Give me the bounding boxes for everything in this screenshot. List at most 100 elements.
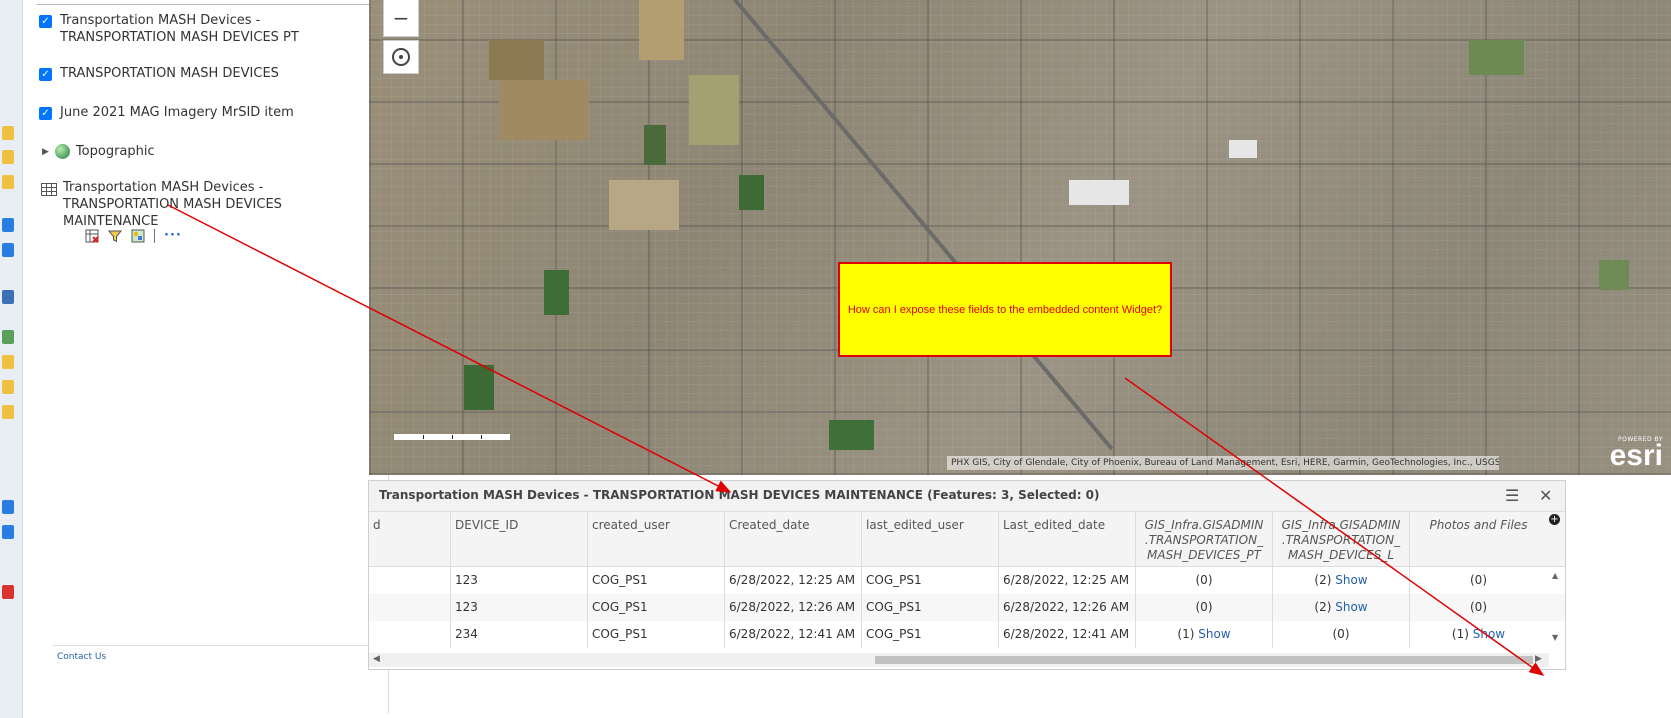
cell-related-l: (2) Show <box>1273 567 1410 594</box>
scroll-left-icon[interactable]: ◀ <box>373 654 380 664</box>
cell-last-edited-date: 6/28/2022, 12:25 AM <box>999 567 1136 594</box>
locate-icon <box>392 48 410 66</box>
layer-item-mash-maintenance-table[interactable]: Transportation MASH Devices - TRANSPORTA… <box>39 179 282 230</box>
add-column-icon[interactable]: + <box>1549 514 1560 525</box>
column-header[interactable]: created_user <box>588 512 725 566</box>
cell-device-id: 234 <box>451 621 588 648</box>
cell-photos: (0) <box>1470 600 1487 614</box>
app-icon <box>2 525 14 539</box>
map-terrain <box>1469 40 1524 75</box>
app-icon <box>2 290 14 304</box>
column-header[interactable]: Last_edited_date <box>999 512 1136 566</box>
layer-visibility-checkbox[interactable]: ✓ <box>39 107 52 120</box>
folder-icon <box>2 355 14 369</box>
column-header[interactable]: Created_date <box>725 512 862 566</box>
cell-created-user: COG_PS1 <box>588 567 725 594</box>
annotation-callout: How can I expose these fields to the emb… <box>838 262 1172 357</box>
cell-related-l: (2) Show <box>1273 594 1410 621</box>
folder-icon <box>2 126 14 140</box>
scale-bar <box>394 434 510 440</box>
cell-related-pt: (1) Show <box>1136 621 1273 648</box>
map-terrain <box>544 270 569 315</box>
show-link[interactable]: Show <box>1335 600 1367 614</box>
show-link[interactable]: Show <box>1198 627 1230 641</box>
horizontal-scrollbar[interactable]: ◀ ▶ <box>369 653 1549 667</box>
cell-created-user: COG_PS1 <box>588 594 725 621</box>
folder-icon <box>2 150 14 164</box>
cell-last-edited-user: COG_PS1 <box>862 594 999 621</box>
scroll-down-icon[interactable]: ▼ <box>1552 633 1558 642</box>
map-terrain <box>1229 140 1257 158</box>
map-terrain <box>464 365 494 410</box>
layer-visibility-checkbox[interactable]: ✓ <box>39 68 52 81</box>
table-title-bar: Transportation MASH Devices - TRANSPORTA… <box>369 481 1565 512</box>
map-attribution: PHX GIS, City of Glendale, City of Phoen… <box>947 456 1499 470</box>
column-header-line: GIS_Infra.GISADMIN <box>1281 518 1401 532</box>
scrollbar-thumb[interactable] <box>875 656 1533 664</box>
table-row[interactable]: 234 COG_PS1 6/28/2022, 12:41 AM COG_PS1 … <box>369 621 1565 648</box>
layer-visibility-checkbox[interactable]: ✓ <box>39 15 52 28</box>
layer-item-mash-devices-pt[interactable]: ✓ Transportation MASH Devices - TRANSPOR… <box>39 12 299 46</box>
column-header[interactable]: GIS_Infra.GISADMIN .TRANSPORTATION_ MASH… <box>1136 512 1273 566</box>
scroll-right-icon[interactable]: ▶ <box>1535 654 1542 664</box>
filter-icon[interactable] <box>108 229 122 243</box>
cell-device-id: 123 <box>451 567 588 594</box>
map-view[interactable]: − PHX GIS, City of Glendale, City of Pho… <box>369 0 1671 475</box>
esri-logo: POWERED BY esri <box>1610 436 1663 471</box>
layer-label: TRANSPORTATION MASH DEVICES <box>63 197 282 212</box>
column-header-line: GIS_Infra.GISADMIN <box>1144 518 1264 532</box>
more-icon[interactable]: ··· <box>164 228 182 243</box>
column-header[interactable]: d <box>369 512 451 566</box>
cell-created-date: 6/28/2022, 12:41 AM <box>725 621 862 648</box>
map-terrain <box>639 0 684 60</box>
table-title: Transportation MASH Devices - TRANSPORTA… <box>379 488 1100 502</box>
cell-related-l: (0) <box>1273 621 1410 648</box>
map-terrain <box>1599 260 1629 290</box>
zoom-out-button[interactable]: − <box>383 0 419 37</box>
table-row[interactable]: 123 COG_PS1 6/28/2022, 12:26 AM COG_PS1 … <box>369 594 1565 621</box>
expand-caret-icon[interactable]: ▶ <box>42 147 49 157</box>
layer-item-mash-devices[interactable]: ✓ TRANSPORTATION MASH DEVICES <box>39 65 279 82</box>
vertical-scrollbar[interactable]: ▲ ▼ <box>1550 569 1564 649</box>
show-link[interactable]: Show <box>1473 627 1505 641</box>
symbology-icon[interactable] <box>131 229 145 243</box>
cell-photos: (1) Show <box>1451 627 1506 641</box>
layer-label: TRANSPORTATION MASH DEVICES <box>60 66 279 81</box>
table-menu-icon[interactable]: ☰ <box>1505 486 1519 505</box>
column-header[interactable]: Photos and Files <box>1410 512 1547 566</box>
column-header[interactable]: last_edited_user <box>862 512 999 566</box>
map-terrain <box>739 175 764 210</box>
cell-created-date: 6/28/2022, 12:26 AM <box>725 594 862 621</box>
layer-label: Transportation MASH Devices - <box>60 13 261 28</box>
column-header[interactable]: DEVICE_ID <box>451 512 588 566</box>
table-remove-icon[interactable] <box>85 229 99 243</box>
map-terrain <box>499 80 589 140</box>
layer-item-topographic[interactable]: ▶ Topographic <box>39 143 155 160</box>
scroll-up-icon[interactable]: ▲ <box>1552 571 1558 580</box>
column-header-line: MASH_DEVICES_L <box>1287 548 1395 562</box>
app-icon <box>2 330 14 344</box>
column-header-line: MASH_DEVICES_PT <box>1147 548 1261 562</box>
table-row[interactable]: 123 COG_PS1 6/28/2022, 12:25 AM COG_PS1 … <box>369 567 1565 594</box>
column-header[interactable]: GIS_Infra.GISADMIN .TRANSPORTATION_ MASH… <box>1273 512 1410 566</box>
cell-related-pt: (0) <box>1136 567 1273 594</box>
show-link[interactable]: Show <box>1335 573 1367 587</box>
globe-icon <box>54 144 70 159</box>
contact-us-link[interactable]: Contact Us <box>57 652 106 662</box>
close-icon[interactable]: ✕ <box>1539 486 1552 505</box>
background-window-strip <box>0 0 23 718</box>
download-icon <box>2 243 14 257</box>
layer-item-imagery[interactable]: ✓ June 2021 MAG Imagery MrSID item <box>39 104 294 121</box>
cell-last-edited-date: 6/28/2022, 12:26 AM <box>999 594 1136 621</box>
layer-label: TRANSPORTATION MASH DEVICES PT <box>60 30 299 45</box>
cell-last-edited-user: COG_PS1 <box>862 621 999 648</box>
cell-created-user: COG_PS1 <box>588 621 725 648</box>
layer-tools: ··· <box>85 228 182 243</box>
layer-list-panel: ✓ Transportation MASH Devices - TRANSPOR… <box>23 0 389 713</box>
map-terrain <box>689 75 739 145</box>
attribute-table: Transportation MASH Devices - TRANSPORTA… <box>368 480 1566 670</box>
locate-button[interactable] <box>383 40 419 74</box>
layer-label: Topographic <box>75 144 155 159</box>
column-header-line: .TRANSPORTATION_ <box>1144 533 1264 547</box>
table-header: d DEVICE_ID created_user Created_date la… <box>369 512 1565 567</box>
